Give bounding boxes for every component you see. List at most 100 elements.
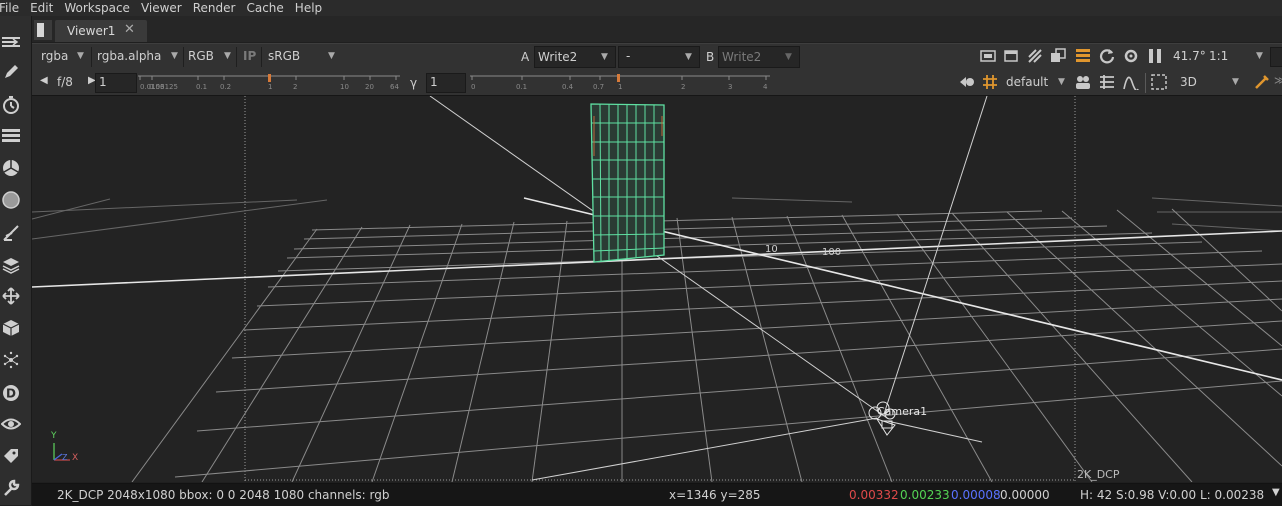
gain-decrease-icon[interactable]: ◀: [40, 75, 48, 86]
b-input-value: Write2: [722, 50, 762, 64]
menu-collapse-icon[interactable]: [0, 31, 22, 53]
blue-value: 0.00008: [951, 488, 1001, 502]
fstop-label: f/8: [57, 75, 73, 89]
gain-tick: 0.03125: [149, 83, 178, 91]
grid-icon[interactable]: [983, 75, 997, 93]
gamma-tick: 2: [681, 83, 686, 91]
menu-workspace[interactable]: Workspace: [59, 0, 136, 16]
card-plane[interactable]: [590, 103, 665, 263]
menu-edit[interactable]: Edit: [25, 0, 59, 16]
chevron-down-icon: ▼: [785, 52, 792, 62]
axis-gizmo-icon: Y X Z: [50, 431, 78, 463]
axis-z-label: Z: [62, 453, 68, 462]
keyer-icon[interactable]: [0, 222, 22, 244]
format-info: 2K_DCP 2048x1080 bbox: 0 0 2048 1080 cha…: [57, 488, 390, 502]
menu-cache[interactable]: Cache: [241, 0, 289, 16]
3d-scene[interactable]: 10 100 Camera1 2K_DCP Y X Z: [32, 96, 1282, 482]
menu-render[interactable]: Render: [188, 0, 242, 16]
downrez-icon[interactable]: [1027, 48, 1043, 68]
gain-tick: 20: [365, 83, 374, 91]
settings-icon[interactable]: [1123, 48, 1139, 68]
3d-icon[interactable]: [0, 317, 22, 339]
gamma-tick: 1: [618, 83, 623, 91]
input-process-button[interactable]: IP: [243, 49, 256, 63]
users-icon[interactable]: [1075, 74, 1091, 94]
curve-icon[interactable]: [1123, 74, 1139, 94]
expand-icon[interactable]: ≫: [1274, 74, 1282, 87]
tab-bar: [32, 16, 1282, 42]
channels-dropdown[interactable]: rgba: [41, 49, 68, 63]
proxy-icon[interactable]: [1004, 49, 1018, 67]
gain-tick: 0.2: [220, 83, 232, 91]
paint-icon[interactable]: [0, 61, 22, 83]
channel-icon[interactable]: [0, 125, 22, 147]
metadata-icon[interactable]: [0, 445, 22, 467]
grid-label-10: 10: [765, 244, 778, 255]
time-icon[interactable]: [0, 94, 22, 116]
zoom-level[interactable]: 41.7°: [1173, 49, 1206, 63]
tab-label: Viewer1: [67, 24, 116, 38]
selection-icon[interactable]: [1151, 74, 1167, 94]
transform-icon[interactable]: [0, 285, 22, 307]
close-icon[interactable]: ✕: [124, 22, 135, 37]
gamma-tick: 0.4: [562, 83, 574, 91]
filter-icon[interactable]: [0, 189, 22, 211]
gain-value: 1: [99, 75, 107, 89]
color-picker-icon[interactable]: [1254, 74, 1270, 94]
gain-tick: 2: [293, 83, 298, 91]
b-input-label: B: [706, 50, 715, 64]
status-menu-icon[interactable]: ▼: [1272, 487, 1280, 498]
axis-y-label: Y: [50, 431, 57, 441]
color-icon[interactable]: [0, 157, 22, 179]
display-style-dropdown[interactable]: RGB: [188, 49, 214, 63]
wipe-mode-value: -: [626, 49, 631, 63]
gamma-tick: 4: [763, 83, 768, 91]
roi-icon[interactable]: [980, 49, 996, 67]
a-input-label: A: [521, 50, 530, 64]
extra-field[interactable]: [1270, 47, 1282, 67]
ltd-icon[interactable]: [1050, 48, 1066, 68]
chevron-down-icon: ▼: [1232, 77, 1239, 87]
chevron-down-icon: ▼: [328, 51, 335, 61]
chevron-down-icon: ▼: [685, 52, 692, 62]
chevron-down-icon: ▼: [224, 51, 231, 61]
toolsets-icon[interactable]: [0, 477, 22, 499]
views-icon[interactable]: [0, 413, 22, 435]
gamma-tick: 0.7: [593, 83, 605, 91]
red-value: 0.00332: [849, 488, 899, 502]
mask-icon[interactable]: [1099, 74, 1115, 94]
viewer-toolbar-bottom: ◀ f/8 ▶ 1 0.0156 0.03125 0.1 0.2 1 2 10 …: [32, 70, 1282, 96]
gamma-tick: 0.1: [516, 83, 528, 91]
chevron-down-icon: ▼: [1058, 77, 1065, 87]
camera-label: Camera1: [877, 405, 927, 418]
menu-file[interactable]: File: [0, 0, 25, 16]
alpha-channel-dropdown[interactable]: rgba.alpha: [97, 49, 161, 63]
pause-icon[interactable]: [1148, 48, 1162, 68]
particles-icon[interactable]: [0, 349, 22, 371]
layers-icon[interactable]: [1075, 48, 1091, 68]
ratio-dropdown[interactable]: 1:1: [1209, 49, 1228, 63]
deep-icon[interactable]: D: [0, 382, 22, 404]
lut-dropdown[interactable]: sRGB: [268, 49, 300, 63]
hsvl-readout: H: 42 S:0.98 V:0.00 L: 0.00238: [1080, 488, 1265, 502]
merge-icon[interactable]: [0, 254, 22, 276]
menu-help[interactable]: Help: [290, 0, 328, 16]
grid-label-100: 100: [822, 247, 841, 258]
view-mode-dropdown[interactable]: 3D: [1180, 75, 1197, 89]
menu-viewer[interactable]: Viewer: [136, 0, 188, 16]
viewer-viewport[interactable]: 10 100 Camera1 2K_DCP Y X Z: [32, 96, 1282, 482]
overlay-dropdown[interactable]: default: [1006, 75, 1048, 89]
viewer-toolbar-top: rgba ▼ rgba.alpha ▼ RGB ▼ IP sRGB ▼ A Wr…: [32, 43, 1282, 70]
gain-tick: 10: [340, 83, 349, 91]
gamma-tick: 3: [728, 83, 733, 91]
pane-menu-icon[interactable]: [34, 20, 52, 40]
ground-grid: [131, 208, 1282, 482]
format-label: 2K_DCP: [1077, 468, 1120, 481]
camera-frustum: [429, 96, 988, 481]
camera-lock-icon[interactable]: [959, 75, 975, 93]
tab-viewer1[interactable]: Viewer1 ✕: [55, 20, 147, 42]
node-toolbar: D: [0, 16, 32, 505]
chevron-down-icon: ▼: [601, 52, 608, 62]
refresh-icon[interactable]: [1099, 48, 1115, 68]
a-input-value: Write2: [538, 50, 578, 64]
